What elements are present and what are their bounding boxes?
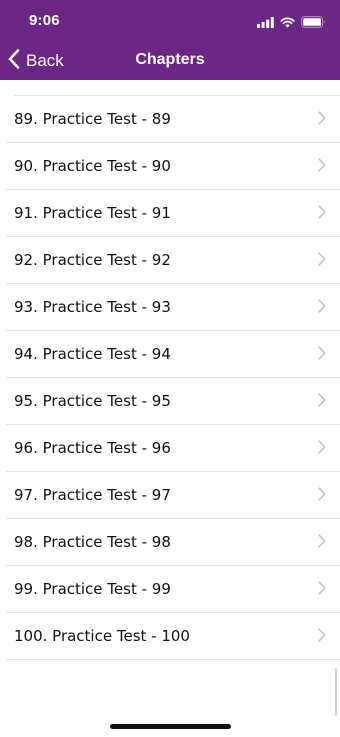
- battery-icon: [301, 13, 326, 32]
- chapter-title: 93. Practice Test - 93: [14, 298, 171, 316]
- chevron-right-icon: [318, 110, 326, 129]
- status-bar: 9:06: [0, 0, 340, 42]
- signal-icon: [257, 13, 274, 32]
- list-item[interactable]: 99. Practice Test - 99: [6, 566, 340, 613]
- wifi-icon: [280, 13, 295, 32]
- status-time: 9:06: [29, 12, 60, 29]
- list-item[interactable]: 91. Practice Test - 91: [6, 190, 340, 237]
- status-icons: [257, 13, 326, 32]
- list-item[interactable]: 93. Practice Test - 93: [6, 284, 340, 331]
- list-item[interactable]: 92. Practice Test - 92: [6, 237, 340, 284]
- chapter-title: 99. Practice Test - 99: [14, 580, 171, 598]
- chapter-title: 96. Practice Test - 96: [14, 439, 171, 457]
- chapter-title: 90. Practice Test - 90: [14, 157, 171, 175]
- navigation-bar: Back Chapters: [0, 42, 340, 80]
- chevron-right-icon: [318, 204, 326, 223]
- chapters-list-container[interactable]: 89. Practice Test - 89 90. Practice Test …: [0, 80, 340, 737]
- home-indicator: [110, 724, 231, 729]
- chevron-right-icon: [318, 157, 326, 176]
- chevron-right-icon: [318, 439, 326, 458]
- page-title: Chapters: [135, 51, 205, 68]
- chapter-title: 97. Practice Test - 97: [14, 486, 171, 504]
- chapter-title: 98. Practice Test - 98: [14, 533, 171, 551]
- chevron-right-icon: [318, 251, 326, 270]
- chapter-title: 92. Practice Test - 92: [14, 251, 171, 269]
- scroll-indicator[interactable]: [335, 668, 337, 716]
- chapter-title: 91. Practice Test - 91: [14, 204, 171, 222]
- app-header: 9:06 Back Chapters: [0, 0, 340, 80]
- chevron-right-icon: [318, 486, 326, 505]
- chevron-right-icon: [318, 298, 326, 317]
- list-item[interactable]: 96. Practice Test - 96: [6, 425, 340, 472]
- chevron-right-icon: [318, 627, 326, 646]
- chapter-title: 94. Practice Test - 94: [14, 345, 171, 363]
- chapter-title: 95. Practice Test - 95: [14, 392, 171, 410]
- list-item[interactable]: 95. Practice Test - 95: [6, 378, 340, 425]
- chevron-right-icon: [318, 533, 326, 552]
- chapters-list: 89. Practice Test - 89 90. Practice Test …: [0, 96, 340, 660]
- chapter-title: 100. Practice Test - 100: [14, 627, 190, 645]
- list-item[interactable]: 98. Practice Test - 98: [6, 519, 340, 566]
- list-item[interactable]: 94. Practice Test - 94: [6, 331, 340, 378]
- list-item[interactable]: 100. Practice Test - 100: [6, 613, 340, 660]
- chevron-right-icon: [318, 580, 326, 599]
- list-item[interactable]: 90. Practice Test - 90: [6, 143, 340, 190]
- chapter-title: 89. Practice Test - 89: [14, 110, 171, 128]
- list-item[interactable]: 97. Practice Test - 97: [6, 472, 340, 519]
- chevron-right-icon: [318, 392, 326, 411]
- list-item[interactable]: 89. Practice Test - 89: [6, 96, 340, 143]
- chevron-right-icon: [318, 345, 326, 364]
